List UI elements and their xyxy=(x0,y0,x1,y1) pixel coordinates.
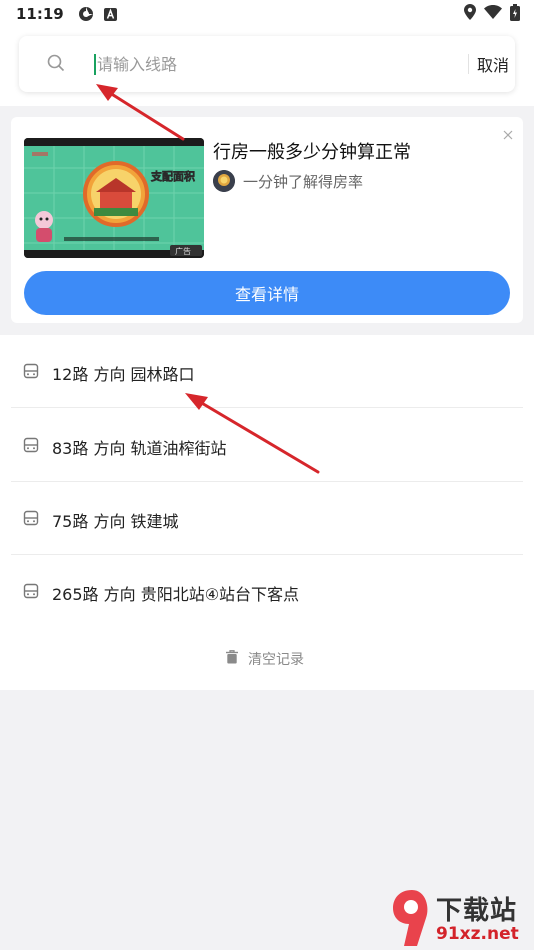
list-item[interactable]: 83路 方向 轨道油榨街站 xyxy=(11,409,523,482)
list-item[interactable]: 12路 方向 园林路口 xyxy=(11,335,523,408)
ad-tag-text: 广告 xyxy=(175,246,191,256)
search-divider xyxy=(468,54,469,74)
list-item[interactable]: 75路 方向 铁建城 xyxy=(11,482,523,555)
keyboard-a-icon xyxy=(103,7,117,21)
clear-history-label: 清空记录 xyxy=(248,652,304,668)
search-icon xyxy=(47,54,65,76)
watermark-title: 下载站 xyxy=(436,896,518,926)
route-text: 75路 方向 铁建城 xyxy=(52,512,179,531)
list-item[interactable]: 265路 方向 贵阳北站④站台下客点 xyxy=(11,555,523,628)
bus-icon xyxy=(23,510,39,530)
ad-source-text: 一分钟了解得房率 xyxy=(243,172,364,191)
trash-icon xyxy=(224,649,240,669)
route-text: 265路 方向 贵阳北站④站台下客点 xyxy=(52,585,300,604)
cancel-button[interactable]: 取消 xyxy=(471,36,515,92)
bus-icon xyxy=(23,437,39,457)
thumb-badge-text: 支配面积 xyxy=(150,169,195,183)
watermark-logo: 下载站 91xz.net xyxy=(390,886,534,950)
ad-source: 一分钟了解得房率 xyxy=(213,170,363,192)
close-icon[interactable] xyxy=(502,126,514,140)
ad-card[interactable]: 支配面积 广告 行房一般多少分钟算正常 一分钟了解得房率 查看详情 xyxy=(11,117,523,323)
location-icon xyxy=(464,4,476,24)
avatar xyxy=(213,170,235,192)
search-box[interactable]: 取消 xyxy=(19,36,515,92)
route-text: 83路 方向 轨道油榨街站 xyxy=(52,439,227,458)
wifi-icon xyxy=(484,5,502,23)
battery-icon xyxy=(510,3,520,25)
sync-icon xyxy=(78,6,94,22)
bus-icon xyxy=(23,363,39,383)
status-bar: 11:19 xyxy=(0,0,534,28)
history-list: 12路 方向 园林路口 83路 方向 轨道油榨街站 75路 方向 铁建城 265… xyxy=(0,335,534,690)
route-text: 12路 方向 园林路口 xyxy=(52,365,195,384)
search-header: 取消 xyxy=(0,28,534,106)
text-caret xyxy=(94,54,96,75)
ad-thumbnail[interactable]: 支配面积 广告 xyxy=(24,138,204,258)
clear-history-button[interactable]: 清空记录 xyxy=(224,649,304,669)
watermark-domain: 91xz.net xyxy=(436,924,519,944)
search-input[interactable] xyxy=(97,52,447,76)
view-details-button[interactable]: 查看详情 xyxy=(24,271,510,315)
bus-icon xyxy=(23,583,39,603)
status-time: 11:19 xyxy=(16,5,64,23)
ad-title[interactable]: 行房一般多少分钟算正常 xyxy=(213,138,411,164)
